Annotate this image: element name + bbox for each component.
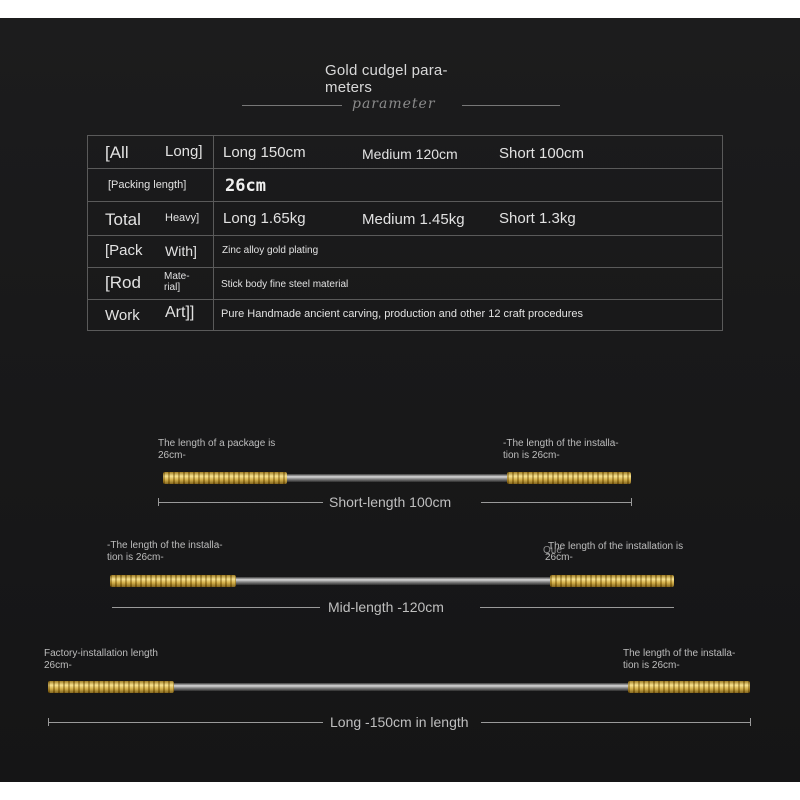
- product-parameter-graphic: Gold cudgel para- meters parameter [All …: [0, 18, 800, 782]
- header-rule-left: [242, 105, 342, 106]
- parameter-table: [All Long] Long 150cm Medium 120cm Short…: [87, 135, 723, 331]
- gold-cap-right: [628, 681, 750, 693]
- table-row-work-art: Work Art]] Pure Handmade ancient carving…: [88, 300, 722, 330]
- short-length-label: Short-length 100cm: [329, 494, 452, 510]
- long-note-right-1: The length of the installa-: [623, 648, 736, 659]
- title-line-1: Gold cudgel para-: [325, 62, 448, 79]
- row-label-b: Heavy]: [165, 212, 200, 224]
- long-note-right-2: tion is 26cm-: [623, 660, 680, 671]
- long-length-label: Long -150cm in length: [330, 714, 469, 730]
- row-value-3: Short 1.3kg: [499, 210, 576, 227]
- gold-cap-left: [48, 681, 174, 693]
- row-value-2: Medium 1.45kg: [362, 211, 465, 228]
- row-value-1: 26cm: [225, 176, 266, 196]
- row-value-1: Pure Handmade ancient carving, productio…: [221, 308, 583, 320]
- row-value-1: Long 1.65kg: [223, 210, 306, 227]
- short-rod: [163, 472, 631, 484]
- short-note-left-2: 26cm-: [158, 450, 186, 461]
- row-label-b-line-2: rial]: [164, 282, 181, 293]
- row-value-1: Stick body fine steel material: [221, 279, 349, 290]
- mid-note-right-extra: Que: [543, 545, 562, 556]
- short-note-left-1: The length of a package is: [158, 438, 276, 449]
- row-label-a: [Pack: [105, 242, 143, 259]
- gold-cap-left: [110, 575, 236, 587]
- short-note-right-2: tion is 26cm-: [503, 450, 560, 461]
- mid-note-left-1: -The length of the installa-: [107, 540, 223, 551]
- mid-rod: [110, 575, 674, 587]
- row-label-b: With]: [165, 243, 197, 259]
- mid-length-label: Mid-length -120cm: [328, 599, 444, 615]
- gold-cap-right: [550, 575, 674, 587]
- row-label-b: Art]]: [165, 304, 195, 321]
- long-rod: [48, 681, 750, 693]
- table-row-total-weight: Total Heavy] Long 1.65kg Medium 1.45kg S…: [88, 202, 722, 236]
- row-label-b-line-1: Mate-: [164, 271, 190, 282]
- row-label-a: Total: [105, 210, 141, 229]
- table-row-rod-material: [Rod Mate- rial] Stick body fine steel m…: [88, 268, 722, 300]
- table-row-all-long: [All Long] Long 150cm Medium 120cm Short…: [88, 136, 722, 169]
- row-label-a: Work: [105, 307, 140, 324]
- long-note-left-2: 26cm-: [44, 660, 72, 671]
- row-value-1: Zinc alloy gold plating: [222, 245, 319, 256]
- row-value-1: Long 150cm: [223, 144, 306, 161]
- row-value-3: Short 100cm: [499, 145, 585, 162]
- header-rule-right: [462, 105, 560, 106]
- long-note-left-1: Factory-installation length: [44, 648, 158, 659]
- row-value-2: Medium 120cm: [362, 146, 458, 162]
- row-label-a: [All: [105, 143, 129, 162]
- row-label-a: [Packing length]: [108, 179, 187, 191]
- row-label-b: Long]: [165, 143, 203, 160]
- table-row-packing-length: [Packing length] 26cm: [88, 169, 722, 202]
- mid-note-left-2: tion is 26cm-: [107, 552, 164, 563]
- table-row-pack-with: [Pack With] Zinc alloy gold plating: [88, 236, 722, 268]
- short-note-right-1: -The length of the installa-: [503, 438, 619, 449]
- row-label-a: [Rod: [105, 273, 141, 292]
- script-word: parameter: [352, 96, 436, 112]
- gold-cap-left: [163, 472, 287, 484]
- gold-cap-right: [507, 472, 631, 484]
- title-line-2: meters: [325, 79, 373, 96]
